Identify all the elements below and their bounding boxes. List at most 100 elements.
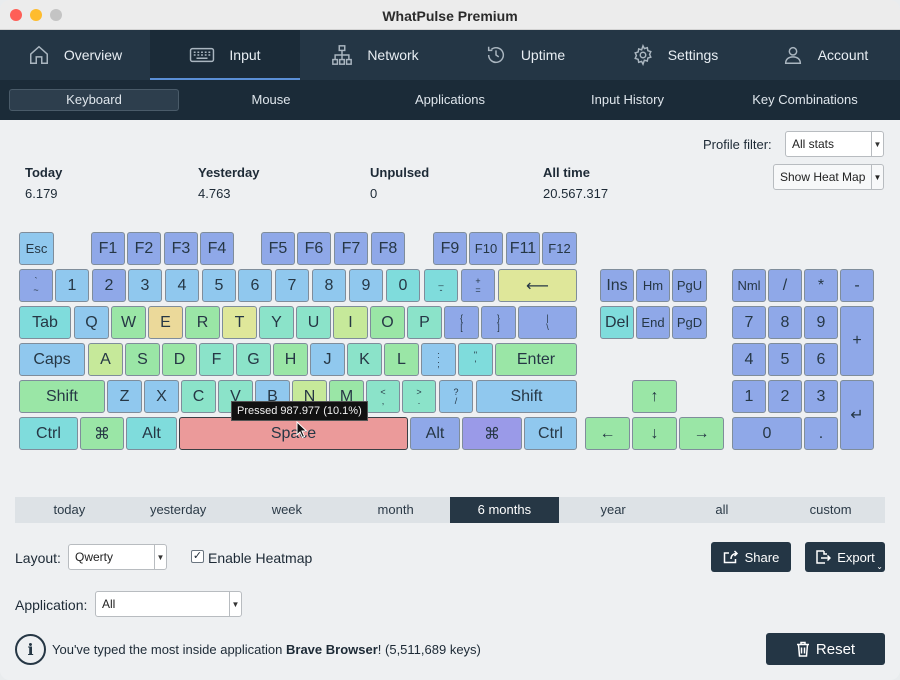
- key-tab[interactable]: Tab: [19, 306, 71, 339]
- key-shift-left[interactable]: Shift: [19, 380, 105, 413]
- subtab-key-combinations[interactable]: Key Combinations: [730, 89, 880, 111]
- key-numpad-6[interactable]: 6: [804, 343, 838, 376]
- key-f10[interactable]: F10: [469, 232, 503, 265]
- key-numpad-8[interactable]: 8: [768, 306, 802, 339]
- key-h[interactable]: H: [273, 343, 308, 376]
- key-numpad-9[interactable]: 9: [804, 306, 838, 339]
- key-d[interactable]: D: [162, 343, 197, 376]
- key-backslash[interactable]: | \: [518, 306, 577, 339]
- key-esc[interactable]: Esc: [19, 232, 54, 265]
- export-button[interactable]: Export ⌄: [805, 542, 885, 572]
- enable-heatmap-checkbox[interactable]: ✓: [191, 550, 204, 563]
- subtab-mouse[interactable]: Mouse: [196, 89, 346, 111]
- key-5[interactable]: 5: [202, 269, 236, 302]
- key-equal[interactable]: + =: [461, 269, 495, 302]
- key-j[interactable]: J: [310, 343, 345, 376]
- period-year[interactable]: year: [559, 497, 668, 523]
- reset-button[interactable]: Reset: [766, 633, 885, 665]
- key-w[interactable]: W: [111, 306, 146, 339]
- key-numpad-enter[interactable]: ↵: [840, 380, 874, 450]
- key-e[interactable]: E: [148, 306, 183, 339]
- key-a[interactable]: A: [88, 343, 123, 376]
- key-end[interactable]: End: [636, 306, 670, 339]
- tab-settings[interactable]: Settings: [600, 30, 750, 80]
- key-k[interactable]: K: [347, 343, 382, 376]
- subtab-applications[interactable]: Applications: [370, 89, 530, 111]
- tab-network[interactable]: Network: [300, 30, 450, 80]
- key-slash[interactable]: ? /: [439, 380, 473, 413]
- key-semicolon[interactable]: : ;: [421, 343, 456, 376]
- key-right-bracket[interactable]: } ]: [481, 306, 516, 339]
- layout-select[interactable]: Qwerty ▼: [68, 544, 167, 570]
- key-3[interactable]: 3: [128, 269, 162, 302]
- key-f2[interactable]: F2: [127, 232, 161, 265]
- key-arrow-left[interactable]: ←: [585, 417, 630, 450]
- key-u[interactable]: U: [296, 306, 331, 339]
- key-numpad-0[interactable]: 0: [732, 417, 802, 450]
- key-alt-left[interactable]: Alt: [126, 417, 177, 450]
- key-7[interactable]: 7: [275, 269, 309, 302]
- key-0[interactable]: 0: [386, 269, 420, 302]
- key-shift-right[interactable]: Shift: [476, 380, 577, 413]
- key-f4[interactable]: F4: [200, 232, 234, 265]
- key-page-down[interactable]: PgD: [672, 306, 707, 339]
- key-numpad-5[interactable]: 5: [768, 343, 802, 376]
- key-p[interactable]: P: [407, 306, 442, 339]
- key-numpad-multiply[interactable]: *: [804, 269, 838, 302]
- key-space[interactable]: Space: [179, 417, 408, 450]
- key-f9[interactable]: F9: [433, 232, 467, 265]
- profile-filter-select[interactable]: All stats ▼: [785, 131, 884, 157]
- key-page-up[interactable]: PgU: [672, 269, 707, 302]
- key-numpad-2[interactable]: 2: [768, 380, 802, 413]
- key-f7[interactable]: F7: [334, 232, 368, 265]
- tab-overview[interactable]: Overview: [0, 30, 150, 80]
- key-caps[interactable]: Caps: [19, 343, 85, 376]
- key-f[interactable]: F: [199, 343, 234, 376]
- key-f3[interactable]: F3: [164, 232, 198, 265]
- key-6[interactable]: 6: [238, 269, 272, 302]
- period-6-months[interactable]: 6 months: [450, 497, 559, 523]
- key-q[interactable]: Q: [74, 306, 109, 339]
- key-f6[interactable]: F6: [297, 232, 331, 265]
- key-f1[interactable]: F1: [91, 232, 125, 265]
- subtab-input-history[interactable]: Input History: [550, 89, 705, 111]
- tab-uptime[interactable]: Uptime: [450, 30, 600, 80]
- key-insert[interactable]: Ins: [600, 269, 634, 302]
- key-9[interactable]: 9: [349, 269, 383, 302]
- key-x[interactable]: X: [144, 380, 179, 413]
- key-ctrl-right[interactable]: Ctrl: [524, 417, 577, 450]
- key-c[interactable]: C: [181, 380, 216, 413]
- key-i[interactable]: I: [333, 306, 368, 339]
- key-numpad-add[interactable]: +: [840, 306, 874, 376]
- key-f12[interactable]: F12: [542, 232, 577, 265]
- key-quote[interactable]: " ': [458, 343, 493, 376]
- key-f11[interactable]: F11: [506, 232, 540, 265]
- key-f5[interactable]: F5: [261, 232, 295, 265]
- key-numpad-subtract[interactable]: -: [840, 269, 874, 302]
- key-delete[interactable]: Del: [600, 306, 634, 339]
- key-r[interactable]: R: [185, 306, 220, 339]
- period-week[interactable]: week: [233, 497, 342, 523]
- key-numpad-1[interactable]: 1: [732, 380, 766, 413]
- key-l[interactable]: L: [384, 343, 419, 376]
- key-arrow-right[interactable]: →: [679, 417, 724, 450]
- period-month[interactable]: month: [341, 497, 450, 523]
- key-backtick[interactable]: ` ~: [19, 269, 53, 302]
- key-f8[interactable]: F8: [371, 232, 405, 265]
- key-numpad-3[interactable]: 3: [804, 380, 838, 413]
- key-8[interactable]: 8: [312, 269, 346, 302]
- key-y[interactable]: Y: [259, 306, 294, 339]
- key-2[interactable]: 2: [92, 269, 126, 302]
- key-1[interactable]: 1: [55, 269, 89, 302]
- application-select[interactable]: All ▼: [95, 591, 242, 617]
- key-numpad-divide[interactable]: /: [768, 269, 802, 302]
- period-all[interactable]: all: [668, 497, 777, 523]
- key-alt-right[interactable]: Alt: [410, 417, 460, 450]
- key-z[interactable]: Z: [107, 380, 142, 413]
- key-backspace[interactable]: ⟵: [498, 269, 577, 302]
- key-numpad-4[interactable]: 4: [732, 343, 766, 376]
- key-ctrl-left[interactable]: Ctrl: [19, 417, 78, 450]
- key-left-bracket[interactable]: { [: [444, 306, 479, 339]
- key-numlock[interactable]: Nml: [732, 269, 766, 302]
- key-comma[interactable]: < ,: [366, 380, 400, 413]
